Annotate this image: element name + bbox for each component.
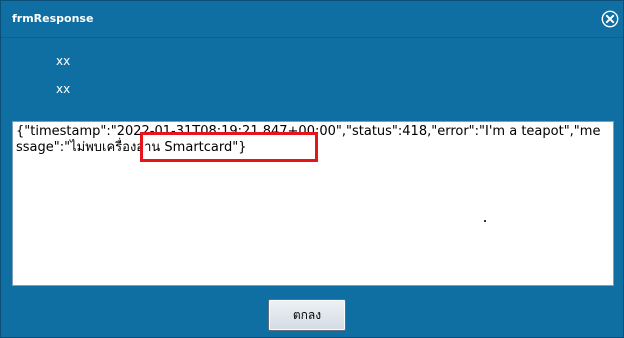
info-line-1: xx: [56, 54, 71, 68]
response-json-text: {"timestamp":"2022-01-31T08:19:21.847+00…: [16, 124, 601, 155]
stray-dot: [484, 220, 486, 222]
response-textbox[interactable]: {"timestamp":"2022-01-31T08:19:21.847+00…: [12, 121, 614, 286]
title-bar[interactable]: frmResponse: [1, 1, 623, 38]
window-title: frmResponse: [12, 12, 94, 25]
close-icon[interactable]: [601, 10, 619, 28]
ok-button[interactable]: ตกลง: [268, 299, 346, 331]
info-line-2: xx: [56, 82, 71, 96]
response-dialog: frmResponse xx xx {"timestamp":"2022-01-…: [0, 0, 624, 338]
